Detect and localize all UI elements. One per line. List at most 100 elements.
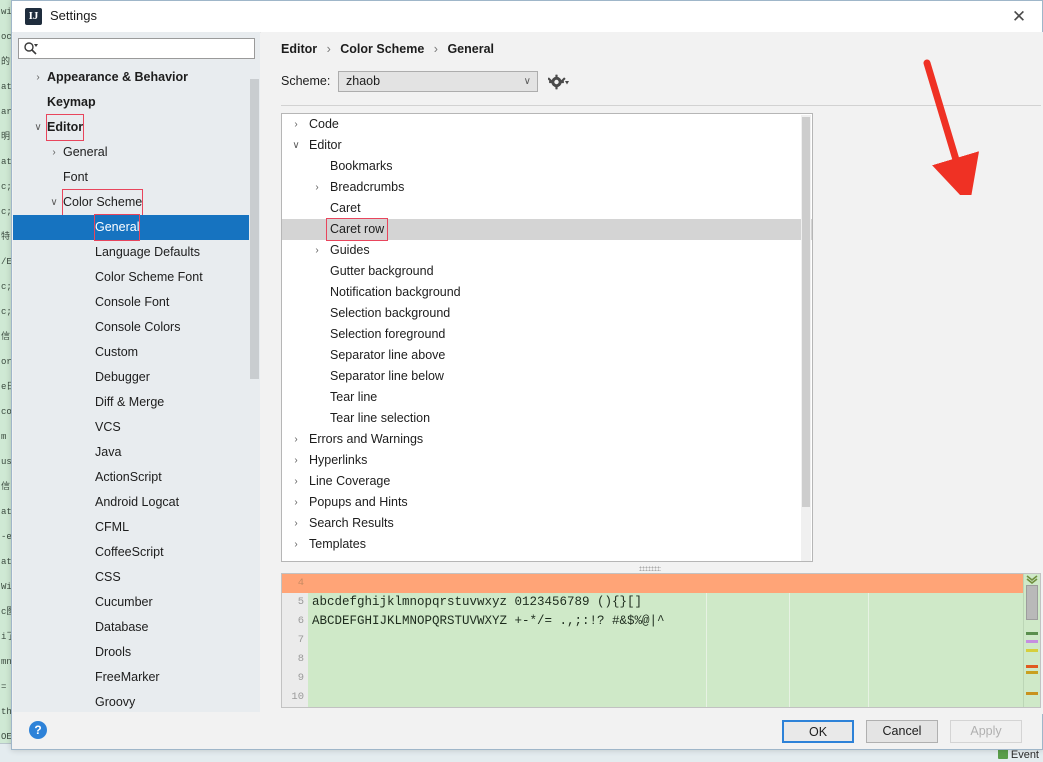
color-tree-item-caret[interactable]: Caret (282, 198, 812, 219)
sidebar-item-keymap[interactable]: Keymap (13, 90, 260, 115)
search-input[interactable] (18, 38, 255, 59)
sidebar-tree[interactable]: › Appearance & Behavior Keymap ∨ Editor › Gene… (13, 65, 260, 714)
sidebar-item-console-font[interactable]: Console Font (13, 290, 260, 315)
sidebar-item-label: Debugger (95, 370, 150, 384)
close-icon[interactable]: ✕ (996, 1, 1042, 32)
cancel-button[interactable]: Cancel (866, 720, 938, 743)
sidebar-item-coffeescript[interactable]: CoffeeScript (13, 540, 260, 565)
sidebar-scrollbar-thumb[interactable] (250, 79, 259, 379)
color-tree-item-breadcrumbs[interactable]: › Breadcrumbs (282, 177, 812, 198)
sidebar-item-editor[interactable]: ∨ Editor (13, 114, 260, 141)
chevron-right-icon[interactable]: › (289, 114, 303, 135)
chevron-right-icon[interactable]: › (289, 471, 303, 492)
preview-scrollbar-thumb[interactable] (1026, 585, 1038, 620)
splitter-handle[interactable] (281, 565, 1041, 572)
color-tree-item-label: Templates (309, 537, 366, 551)
chevron-right-icon[interactable]: › (31, 65, 45, 90)
scheme-dropdown[interactable]: zhaob ∨ (338, 71, 538, 92)
color-tree-item-tear-line-selection[interactable]: Tear line selection (282, 408, 812, 429)
chevron-right-icon[interactable]: › (310, 240, 324, 261)
sidebar-item-diff-merge[interactable]: Diff & Merge (13, 390, 260, 415)
chevron-right-icon[interactable]: › (289, 534, 303, 555)
color-tree-item-caret-row[interactable]: Caret row (282, 218, 812, 241)
gear-icon[interactable] (547, 73, 570, 91)
chevron-right-icon[interactable]: › (47, 140, 61, 165)
sidebar-item-cucumber[interactable]: Cucumber (13, 590, 260, 615)
help-button[interactable]: ? (29, 721, 47, 739)
color-tree-item-templates[interactable]: › Templates (282, 534, 812, 555)
color-tree-item-label: Line Coverage (309, 474, 391, 488)
sidebar-item-color-scheme[interactable]: ∨ Color Scheme (13, 189, 260, 216)
sidebar-item-label: Android Logcat (95, 495, 180, 509)
color-settings-tree[interactable]: › Code ∨ Editor Bookmarks › Breadcrumbs Caret Ca… (281, 113, 813, 562)
sidebar-item-general[interactable]: › General (13, 140, 260, 165)
color-tree-item-gutter-background[interactable]: Gutter background (282, 261, 812, 282)
sidebar-item-appearance-behavior[interactable]: › Appearance & Behavior (13, 65, 260, 90)
color-tree-item-selection-foreground[interactable]: Selection foreground (282, 324, 812, 345)
color-tree-scrollbar-thumb[interactable] (802, 117, 810, 507)
sidebar-item-database[interactable]: Database (13, 615, 260, 640)
sidebar-item-groovy[interactable]: Groovy (13, 690, 260, 714)
chevron-right-icon[interactable]: › (289, 492, 303, 513)
chevron-right-icon[interactable]: › (289, 513, 303, 534)
sidebar-item-general[interactable]: General (13, 214, 260, 241)
sidebar-item-freemarker[interactable]: FreeMarker (13, 665, 260, 690)
sidebar-item-drools[interactable]: Drools (13, 640, 260, 665)
color-tree-item-label: Code (309, 117, 339, 131)
color-tree-item-selection-background[interactable]: Selection background (282, 303, 812, 324)
color-tree-item-search-results[interactable]: › Search Results (282, 513, 812, 534)
preview-error-stripe[interactable] (1023, 574, 1040, 707)
sidebar-item-font[interactable]: Font (13, 165, 260, 190)
color-tree-item-separator-line-below[interactable]: Separator line below (282, 366, 812, 387)
sidebar-item-java[interactable]: Java (13, 440, 260, 465)
sidebar-item-android-logcat[interactable]: Android Logcat (13, 490, 260, 515)
color-tree-item-line-coverage[interactable]: › Line Coverage (282, 471, 812, 492)
sidebar-item-vcs[interactable]: VCS (13, 415, 260, 440)
color-tree-item-code[interactable]: › Code (282, 114, 812, 135)
chevron-down-icon[interactable]: ∨ (47, 190, 61, 215)
error-stripe-mark[interactable] (1026, 632, 1038, 635)
sidebar-item-debugger[interactable]: Debugger (13, 365, 260, 390)
sidebar-item-console-colors[interactable]: Console Colors (13, 315, 260, 340)
color-tree-item-hyperlinks[interactable]: › Hyperlinks (282, 450, 812, 471)
preview-caret-row: 4 (282, 574, 1040, 593)
color-tree-item-label: Gutter background (330, 264, 434, 278)
color-preview-pane[interactable]: 4 5 abcdefghijklmnopqrstuvwxyz 0123456789 … (281, 573, 1041, 708)
breadcrumb-item-color-scheme[interactable]: Color Scheme (340, 42, 424, 56)
event-log-indicator[interactable]: Event (997, 749, 1039, 761)
chevron-down-icon[interactable]: ∨ (31, 115, 45, 140)
color-tree-item-label: Guides (330, 243, 370, 257)
sidebar-item-cfml[interactable]: CFML (13, 515, 260, 540)
sidebar-item-custom[interactable]: Custom (13, 340, 260, 365)
breadcrumb-item-general[interactable]: General (447, 42, 494, 56)
color-tree-item-label: Selection foreground (330, 327, 446, 341)
color-tree-item-tear-line[interactable]: Tear line (282, 387, 812, 408)
sidebar-item-actionscript[interactable]: ActionScript (13, 465, 260, 490)
ok-button[interactable]: OK (782, 720, 854, 743)
sidebar-item-language-defaults[interactable]: Language Defaults (13, 240, 260, 265)
chevron-down-icon[interactable]: ∨ (289, 135, 303, 156)
breadcrumb-item-editor[interactable]: Editor (281, 42, 317, 56)
color-tree-item-label: Notification background (330, 285, 461, 299)
color-tree-item-errors-and-warnings[interactable]: › Errors and Warnings (282, 429, 812, 450)
chevron-right-icon[interactable]: › (310, 177, 324, 198)
error-stripe-mark[interactable] (1026, 671, 1038, 674)
error-stripe-mark[interactable] (1026, 640, 1038, 643)
color-tree-item-popups-and-hints[interactable]: › Popups and Hints (282, 492, 812, 513)
preview-row: 5 abcdefghijklmnopqrstuvwxyz 0123456789 (… (282, 593, 1040, 612)
error-stripe-mark[interactable] (1026, 665, 1038, 668)
sidebar-item-css[interactable]: CSS (13, 565, 260, 590)
chevron-double-down-icon[interactable] (1026, 575, 1038, 584)
color-tree-item-guides[interactable]: › Guides (282, 240, 812, 261)
chevron-right-icon[interactable]: › (289, 450, 303, 471)
color-tree-item-separator-line-above[interactable]: Separator line above (282, 345, 812, 366)
chevron-right-icon[interactable]: › (289, 429, 303, 450)
color-tree-scrollbar[interactable] (801, 115, 811, 561)
sidebar-item-color-scheme-font[interactable]: Color Scheme Font (13, 265, 260, 290)
sidebar-scrollbar[interactable] (249, 65, 260, 714)
error-stripe-mark[interactable] (1026, 692, 1038, 695)
color-tree-item-editor[interactable]: ∨ Editor (282, 135, 812, 156)
color-tree-item-notification-background[interactable]: Notification background (282, 282, 812, 303)
color-tree-item-bookmarks[interactable]: Bookmarks (282, 156, 812, 177)
error-stripe-mark[interactable] (1026, 649, 1038, 652)
